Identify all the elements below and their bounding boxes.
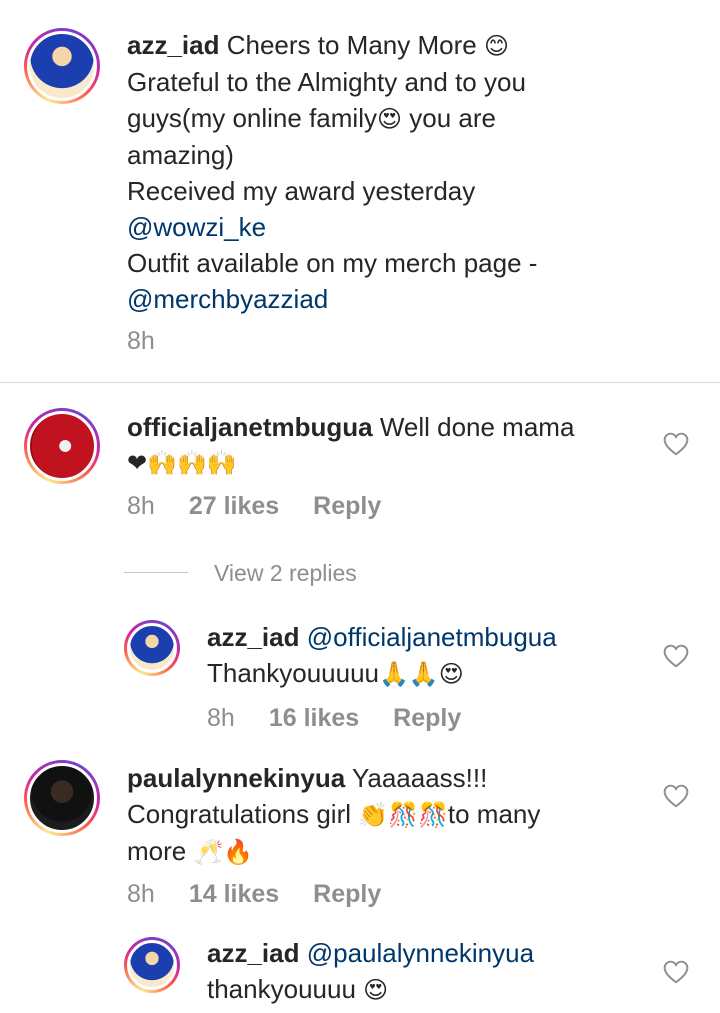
reply-button[interactable]: Reply	[313, 879, 381, 909]
comment-meta: 8h 27 likes Reply	[127, 491, 381, 521]
comment-line3-emojis: 🥂🔥	[193, 838, 254, 866]
reply-button[interactable]: Reply	[393, 703, 461, 733]
smile-emoji-icon: 😊	[483, 32, 509, 60]
reply-meta: 8h 16 likes Reply	[207, 703, 461, 733]
comment-avatar[interactable]	[24, 408, 100, 484]
comment-likes[interactable]: 14 likes	[189, 879, 279, 909]
caption-line2: Grateful to the Almighty and to you	[127, 67, 526, 97]
like-heart-icon[interactable]	[663, 644, 689, 668]
reply-likes[interactable]: 16 likes	[269, 703, 359, 733]
comment-line2b: to many	[447, 799, 541, 829]
caption-meta: 8h	[127, 326, 155, 356]
reply-emojis: 🙏🙏😍	[379, 660, 464, 688]
divider	[0, 382, 720, 383]
comment-avatar[interactable]	[24, 760, 100, 836]
comment-line2: Congratulations girl	[127, 799, 359, 829]
view-replies-line	[124, 572, 188, 573]
caption-text: azz_iad Cheers to Many More 😊 Grateful t…	[127, 27, 697, 317]
caption-username[interactable]: azz_iad	[127, 30, 220, 60]
comment-likes[interactable]: 27 likes	[189, 491, 279, 521]
like-heart-icon[interactable]	[663, 784, 689, 808]
reply-avatar[interactable]	[124, 620, 180, 676]
reply-body: Thankyouuuuu	[207, 658, 380, 688]
comment-meta: 8h 14 likes Reply	[127, 879, 381, 909]
reply-text: azz_iad @officialjanetmbugua Thankyouuuu…	[207, 619, 657, 692]
reply-time: 8h	[207, 704, 235, 732]
comment-username[interactable]: officialjanetmbugua	[127, 412, 373, 442]
comment-username[interactable]: paulalynnekinyua	[127, 763, 345, 793]
reply-mention[interactable]: @paulalynnekinyua	[307, 938, 534, 968]
caption-avatar[interactable]	[24, 28, 100, 104]
comment-emojis: ❤🙌🙌🙌	[127, 449, 237, 477]
comment-text: officialjanetmbugua Well done mama ❤🙌🙌🙌	[127, 409, 647, 481]
like-heart-icon[interactable]	[663, 960, 689, 984]
reply-avatar[interactable]	[124, 937, 180, 993]
reply-mention[interactable]: @officialjanetmbugua	[307, 622, 557, 652]
comment-time: 8h	[127, 880, 155, 908]
caption-line7: Outfit available on my merch page -	[127, 248, 538, 278]
reply-username[interactable]: azz_iad	[207, 622, 300, 652]
comment-line3: more	[127, 836, 194, 866]
reply-emojis: 😍	[363, 976, 389, 1004]
reply-username[interactable]: azz_iad	[207, 938, 300, 968]
caption-mention-wowzi[interactable]: @wowzi_ke	[127, 209, 697, 245]
view-replies-button[interactable]: View 2 replies	[214, 558, 357, 588]
caption-line3: guys(my online family😍 you are	[127, 103, 496, 133]
comment-line2-emojis: 👏🎊🎊	[358, 801, 448, 829]
caption-line1: Cheers to Many More	[226, 30, 477, 60]
caption-mention-merch[interactable]: @merchbyazziad	[127, 281, 697, 317]
like-heart-icon[interactable]	[663, 432, 689, 456]
reply-body: thankyouuuu	[207, 974, 364, 1004]
caption-line5: Received my award yesterday	[127, 176, 476, 206]
comment-time: 8h	[127, 492, 155, 520]
comment-text: paulalynnekinyua Yaaaaass!!! Congratulat…	[127, 760, 647, 870]
reply-button[interactable]: Reply	[313, 491, 381, 521]
comment-body: Yaaaaass!!!	[351, 763, 488, 793]
caption-time: 8h	[127, 327, 155, 355]
comment-body: Well done mama	[379, 412, 575, 442]
heart-eyes-emoji-icon: 😍	[376, 105, 403, 133]
reply-text: azz_iad @paulalynnekinyua thankyouuuu 😍	[207, 935, 657, 1008]
caption-line4: amazing)	[127, 140, 234, 170]
